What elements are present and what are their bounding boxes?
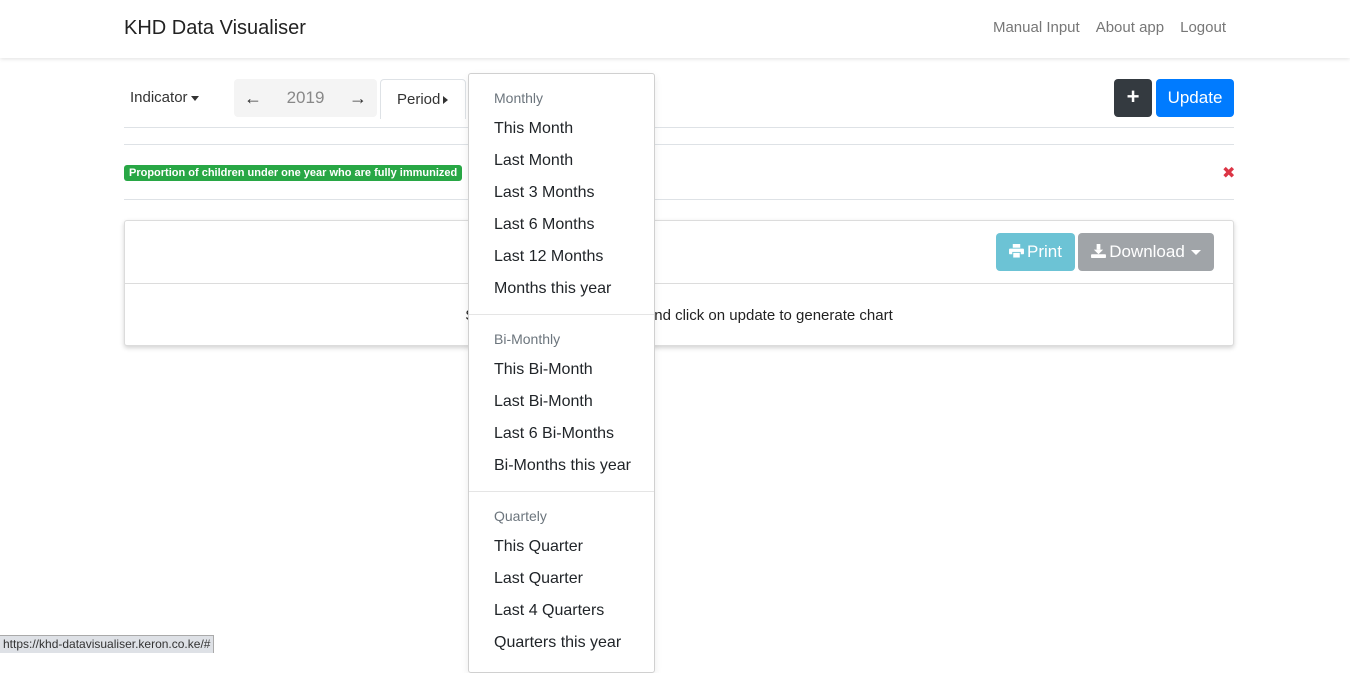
previous-year-button[interactable]: ← — [234, 88, 272, 109]
update-button[interactable]: Update — [1156, 79, 1234, 117]
status-bar-url: https://khd-datavisualiser.keron.co.ke/# — [0, 635, 215, 653]
dropdown-header-monthly: Monthly — [494, 90, 544, 106]
year-selector: ← 2019 → — [234, 79, 377, 117]
period-option[interactable]: This Quarter — [494, 538, 583, 556]
caret-right-icon — [443, 96, 449, 105]
period-option[interactable]: Bi-Months this year — [494, 457, 631, 475]
dropdown-divider — [469, 491, 654, 492]
selected-indicator-badge: Proportion of children under one year wh… — [124, 165, 463, 181]
period-option[interactable]: Months this year — [494, 280, 611, 298]
download-label: Download — [1109, 242, 1185, 261]
dropdown-divider — [469, 314, 654, 315]
indicator-label: Indicator — [130, 89, 188, 106]
indicator-dropdown-button[interactable]: Indicator — [130, 89, 199, 106]
period-option[interactable]: Last 12 Months — [494, 248, 603, 266]
period-label: Period — [397, 91, 441, 108]
caret-down-icon — [190, 95, 199, 101]
period-option[interactable]: Last Quarter — [494, 570, 583, 588]
card-message-right: nd click on update to generate chart — [654, 307, 893, 324]
card-header: Print Download — [125, 221, 1233, 284]
print-label: Print — [1027, 242, 1062, 261]
app-title[interactable]: KHD Data Visualiser — [124, 17, 306, 40]
nav-about-app[interactable]: About app — [1096, 19, 1164, 36]
navbar: KHD Data Visualiser Manual Input About a… — [0, 0, 1350, 58]
download-icon — [1091, 244, 1107, 258]
divider — [124, 144, 1234, 145]
next-year-button[interactable]: → — [339, 88, 377, 109]
period-option[interactable]: Last 6 Months — [494, 216, 595, 234]
period-dropdown-menu: Monthly This Month Last Month Last 3 Mon… — [468, 73, 655, 673]
remove-indicator-icon[interactable]: ✖ — [1222, 163, 1235, 183]
dropdown-header-quarterly: Quartely — [494, 508, 547, 524]
add-button[interactable]: + — [1114, 79, 1152, 117]
period-dropdown-button[interactable]: Period — [380, 79, 466, 119]
print-icon — [1009, 244, 1024, 259]
period-option[interactable]: This Month — [494, 120, 573, 138]
nav-manual-input[interactable]: Manual Input — [993, 19, 1080, 36]
print-button[interactable]: Print — [996, 233, 1075, 271]
year-value: 2019 — [286, 88, 325, 107]
period-option[interactable]: Last 6 Bi-Months — [494, 425, 614, 443]
divider — [124, 127, 1234, 128]
card-message: Snd click on update to generate chart — [125, 307, 1233, 324]
toolbar: Indicator ← 2019 → Period + Update — [124, 79, 1234, 119]
period-option[interactable]: Last 4 Quarters — [494, 602, 604, 620]
chart-card: Print Download Snd click on update to ge… — [124, 220, 1234, 346]
period-option[interactable]: Last Month — [494, 152, 573, 170]
period-option[interactable]: This Bi-Month — [494, 361, 593, 379]
download-button[interactable]: Download — [1078, 233, 1214, 271]
period-option[interactable]: Last 3 Months — [494, 184, 595, 202]
caret-down-icon — [1190, 250, 1201, 256]
nav-logout[interactable]: Logout — [1180, 19, 1226, 36]
nav-links: Manual Input About app Logout — [993, 19, 1226, 36]
period-option[interactable]: Quarters this year — [494, 634, 621, 652]
dropdown-header-bi-monthly: Bi-Monthly — [494, 331, 561, 347]
period-option[interactable]: Last Bi-Month — [494, 393, 593, 411]
divider — [124, 199, 1234, 200]
